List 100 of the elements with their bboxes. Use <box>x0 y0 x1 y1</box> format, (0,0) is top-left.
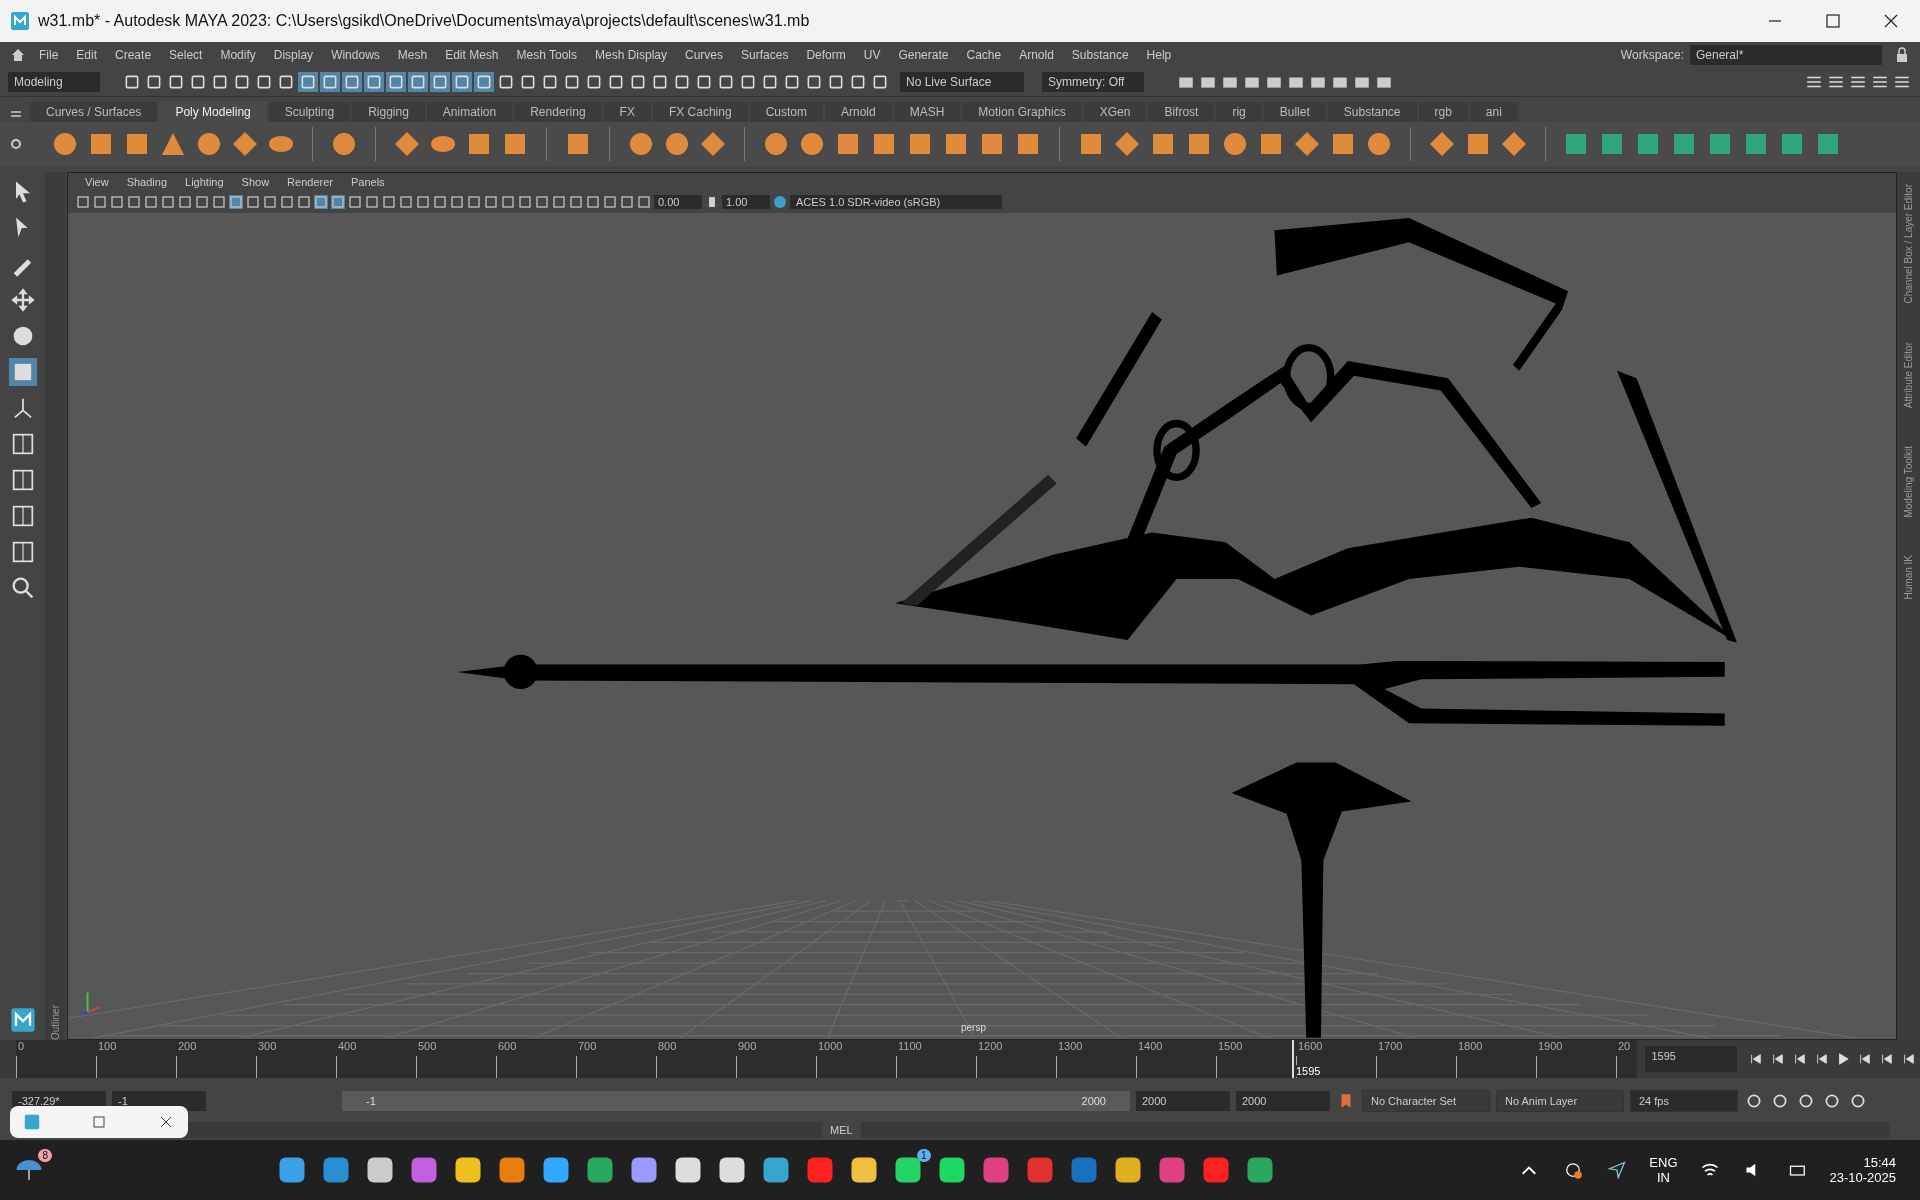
viewport-tool-icon[interactable] <box>127 195 141 209</box>
panel-menu[interactable]: View <box>76 176 118 188</box>
side-tab[interactable]: Human IK <box>1903 555 1914 600</box>
shelf-tab[interactable]: FX Caching <box>652 102 748 122</box>
shelf-tab[interactable]: MASH <box>893 102 961 122</box>
menu-item[interactable]: Help <box>1137 48 1181 62</box>
home-icon[interactable] <box>10 47 26 63</box>
panel-menu[interactable]: Shading <box>117 176 177 188</box>
shelf-tab[interactable]: Sculpting <box>268 102 351 122</box>
close-icon[interactable] <box>158 1114 174 1130</box>
shelf-tab[interactable]: Animation <box>426 102 513 122</box>
time-slider[interactable]: 0 100 200 300 400 500 600 700 800 900 1000 1100 1200 1300 1400 1500 1600 1700 1800 1900 20 1595 <box>16 1040 1638 1078</box>
fps-dropdown[interactable]: 24 fps <box>1630 1090 1738 1112</box>
viewport-tool-icon[interactable] <box>416 195 430 209</box>
shelf-tab[interactable]: XGen <box>1083 102 1147 122</box>
maya-logo-icon[interactable] <box>8 1006 37 1034</box>
panel-menu[interactable]: Panels <box>341 176 394 188</box>
menu-item[interactable]: Mesh Display <box>586 48 677 62</box>
lock-icon[interactable] <box>1894 47 1910 63</box>
exposure-field[interactable]: 0.00 <box>654 195 702 209</box>
shelf-tab[interactable]: Motion Graphics <box>962 102 1082 122</box>
workspace-dropdown[interactable]: General* <box>1690 45 1882 65</box>
live-surface-label[interactable]: No Live Surface <box>900 72 1024 92</box>
viewport-tool-icon[interactable] <box>195 195 209 209</box>
menu-item[interactable]: Modify <box>211 48 265 62</box>
clock[interactable]: 15:44 23-10-2025 <box>1829 1155 1896 1185</box>
viewport-tool-icon[interactable] <box>450 195 464 209</box>
viewport-tool-icon[interactable] <box>518 195 532 209</box>
menu-item[interactable]: Create <box>106 48 161 62</box>
menu-item[interactable]: Substance <box>1062 48 1138 62</box>
shelf-tab[interactable]: Rigging <box>352 102 425 122</box>
color-space-dropdown[interactable]: ACES 1.0 SDR-video (sRGB) <box>790 195 1002 209</box>
viewport-tool-icon[interactable] <box>246 195 260 209</box>
viewport-tool-icon[interactable] <box>280 195 294 209</box>
panel-menu[interactable]: Show <box>232 176 279 188</box>
scene-end-field[interactable]: 2000 <box>1236 1091 1330 1111</box>
sync-icon[interactable] <box>1563 1160 1584 1180</box>
symmetry-dropdown[interactable]: Symmetry: Off <box>1042 72 1144 92</box>
viewport-tool-icon[interactable] <box>212 195 226 209</box>
viewport-tool-icon[interactable] <box>603 195 617 209</box>
viewport-tool-icon[interactable] <box>161 195 175 209</box>
viewport-tool-icon[interactable] <box>552 195 566 209</box>
menu-item[interactable]: Mesh Tools <box>507 48 586 62</box>
menu-item[interactable]: Arnold <box>1010 48 1063 62</box>
shelf-tab[interactable]: FX <box>603 102 651 122</box>
menu-item[interactable]: UV <box>854 48 890 62</box>
shelf-tab[interactable]: Bullet <box>1263 102 1326 122</box>
viewport-tool-icon[interactable] <box>501 195 515 209</box>
menu-item[interactable]: Select <box>160 48 212 62</box>
menu-item[interactable]: Edit Mesh <box>436 48 508 62</box>
menu-item[interactable]: File <box>30 48 68 62</box>
side-tab[interactable]: Channel Box / Layer Editor <box>1903 184 1914 304</box>
mode-dropdown[interactable]: Modeling <box>8 72 100 92</box>
shelf-tab[interactable]: Rendering <box>514 102 602 122</box>
menu-item[interactable]: Mesh <box>388 48 437 62</box>
viewport-tool-icon[interactable] <box>569 195 583 209</box>
gamma-field[interactable]: 1.00 <box>722 195 770 209</box>
shelf-tab[interactable]: Bifrost <box>1148 102 1215 122</box>
side-tab[interactable]: Modeling Toolkit <box>1903 445 1914 518</box>
side-tab[interactable]: Attribute Editor <box>1903 341 1914 408</box>
menu-item[interactable]: Curves <box>676 48 733 62</box>
viewport-tool-icon[interactable] <box>433 195 447 209</box>
viewport-tool-icon[interactable] <box>535 195 549 209</box>
menu-item[interactable]: Cache <box>957 48 1011 62</box>
viewport-tool-icon[interactable] <box>178 195 192 209</box>
shelf-tab[interactable]: Substance <box>1327 102 1417 122</box>
viewport-tool-icon[interactable] <box>365 195 379 209</box>
end-field[interactable]: 2000 <box>1136 1091 1230 1111</box>
viewport-tool-icon[interactable] <box>586 195 600 209</box>
panel-menu[interactable]: Lighting <box>176 176 233 188</box>
menu-item[interactable]: Generate <box>889 48 958 62</box>
settings-icon[interactable] <box>8 136 24 152</box>
character-set-dropdown[interactable]: No Character Set <box>1362 1090 1490 1112</box>
current-frame-field[interactable]: 1595 <box>1645 1046 1737 1072</box>
viewport-tool-icon[interactable] <box>637 195 651 209</box>
viewport-tool-icon[interactable] <box>297 195 311 209</box>
menu-item[interactable]: Deform <box>797 48 855 62</box>
shelf-tab[interactable]: Custom <box>749 102 823 122</box>
menu-item[interactable]: Surfaces <box>732 48 798 62</box>
viewport-tool-icon[interactable] <box>467 195 481 209</box>
shelf-tab[interactable]: Curves / Surfaces <box>30 102 158 122</box>
language-indicator[interactable]: ENG IN <box>1649 1155 1678 1185</box>
command-language-label[interactable]: MEL <box>830 1124 853 1136</box>
location-icon[interactable] <box>1607 1160 1628 1180</box>
viewport-tool-icon[interactable] <box>484 195 498 209</box>
menu-item[interactable]: Edit <box>67 48 107 62</box>
shelf-tab[interactable]: Arnold <box>824 102 892 122</box>
anim-layer-dropdown[interactable]: No Anim Layer <box>1496 1090 1624 1112</box>
shelf-tab[interactable]: rgb <box>1418 102 1468 122</box>
viewport-tool-icon[interactable] <box>399 195 413 209</box>
viewport-tool-icon[interactable] <box>348 195 362 209</box>
scale-tool-icon[interactable] <box>8 358 37 386</box>
viewport-tool-icon[interactable] <box>110 195 124 209</box>
menu-item[interactable]: Display <box>264 48 323 62</box>
viewport-tool-icon[interactable] <box>263 195 277 209</box>
range-slider[interactable]: -1 2000 <box>342 1091 1130 1111</box>
toggle-icon[interactable] <box>773 195 787 209</box>
shelf-tab[interactable]: Poly Modeling <box>159 102 267 122</box>
viewport-tool-icon[interactable] <box>93 195 107 209</box>
viewport-tool-icon[interactable] <box>76 195 90 209</box>
